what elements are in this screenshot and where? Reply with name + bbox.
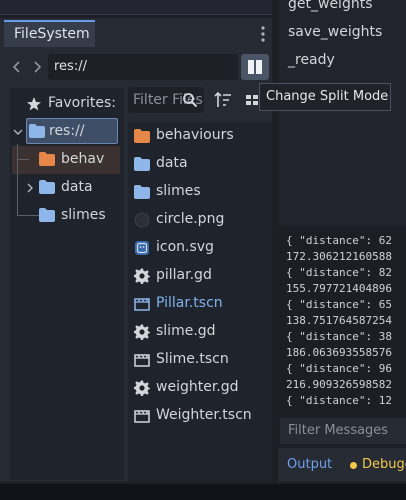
folder-orange-icon bbox=[39, 152, 55, 166]
path-value: res:// bbox=[54, 59, 87, 74]
folder-orange-icon bbox=[134, 129, 150, 143]
file-label: Pillar.tscn bbox=[156, 295, 223, 311]
directory-tree: Favorites: res:// behav data slimes bbox=[10, 88, 124, 480]
folder-icon bbox=[39, 180, 55, 194]
chevron-down-icon bbox=[13, 129, 23, 135]
back-arrow-icon[interactable] bbox=[10, 58, 24, 76]
file-label: Slime.tscn bbox=[156, 351, 229, 367]
tree-item-label: data bbox=[61, 179, 93, 195]
bottom-bar bbox=[0, 484, 406, 500]
method-list: get_weights save_weights _ready bbox=[278, 0, 406, 225]
method-item[interactable]: get_weights bbox=[288, 0, 373, 12]
image-icon bbox=[134, 212, 150, 228]
tab-debugger[interactable]: Debugger bbox=[362, 457, 406, 472]
forward-arrow-icon[interactable] bbox=[30, 58, 44, 76]
log-line: { "distance": 82 bbox=[286, 266, 392, 279]
log-line: { "distance": 62 bbox=[286, 234, 392, 247]
tree-item-label: slimes bbox=[61, 207, 106, 223]
file-label: slimes bbox=[156, 183, 201, 199]
bottom-panel-tabs: Output Debugger bbox=[278, 448, 406, 482]
folder-icon bbox=[134, 157, 150, 171]
list-item[interactable]: circle.png bbox=[128, 206, 272, 234]
tree-root-label: res:// bbox=[49, 123, 85, 139]
file-label: slime.gd bbox=[156, 323, 216, 339]
tree-root[interactable]: res:// bbox=[10, 118, 124, 146]
tab-output[interactable]: Output bbox=[287, 457, 332, 472]
log-line: { "distance": 38 bbox=[286, 330, 392, 343]
tab-filesystem-label: FileSystem bbox=[14, 26, 90, 42]
sort-icon[interactable] bbox=[213, 90, 233, 110]
search-icon bbox=[182, 92, 198, 108]
path-input[interactable]: res:// bbox=[48, 54, 238, 80]
gear-icon bbox=[134, 380, 150, 396]
gear-icon bbox=[134, 268, 150, 284]
list-item[interactable]: slimes bbox=[128, 178, 272, 206]
list-item[interactable]: pillar.gd bbox=[128, 262, 272, 290]
scene-icon bbox=[134, 410, 150, 423]
gear-icon bbox=[134, 324, 150, 340]
dock-menu-icon[interactable] bbox=[256, 24, 270, 44]
folder-icon bbox=[29, 124, 45, 138]
debugger-status-dot bbox=[350, 462, 357, 469]
log-line: 172.306212160588 bbox=[286, 250, 392, 263]
scene-icon bbox=[134, 354, 150, 367]
list-item[interactable]: weighter.gd bbox=[128, 374, 272, 402]
log-line: { "distance": 65 bbox=[286, 298, 392, 311]
log-line: 155.797721404896 bbox=[286, 282, 392, 295]
svg-icon bbox=[135, 241, 149, 255]
filter-messages-input[interactable]: Filter Messages bbox=[280, 418, 406, 444]
star-icon bbox=[27, 97, 41, 111]
file-label: circle.png bbox=[156, 211, 225, 227]
file-list: behaviours data slimes circle.png icon.s… bbox=[128, 122, 272, 482]
list-item[interactable]: data bbox=[128, 150, 272, 178]
folder-icon bbox=[134, 185, 150, 199]
list-item[interactable]: Slime.tscn bbox=[128, 346, 272, 374]
file-label: behaviours bbox=[156, 127, 234, 143]
tree-item-label: behav bbox=[61, 151, 105, 167]
filter-messages-placeholder: Filter Messages bbox=[288, 423, 389, 438]
log-line: 138.751764587254 bbox=[286, 314, 392, 327]
grid-view-icon[interactable] bbox=[245, 92, 259, 108]
favorites-label: Favorites: bbox=[48, 95, 116, 111]
log-line: 216.909326598582 bbox=[286, 378, 392, 391]
method-item[interactable]: _ready bbox=[288, 52, 335, 68]
method-item[interactable]: save_weights bbox=[288, 24, 382, 40]
tooltip: Change Split Mode bbox=[259, 83, 391, 111]
file-label: weighter.gd bbox=[156, 379, 239, 395]
tree-favorites[interactable]: Favorites: bbox=[10, 90, 124, 118]
list-item[interactable]: slime.gd bbox=[128, 318, 272, 346]
split-mode-icon bbox=[248, 60, 262, 74]
file-label: Weighter.tscn bbox=[156, 407, 252, 423]
split-mode-button[interactable] bbox=[241, 54, 269, 80]
log-line: { "distance": 12 bbox=[286, 394, 392, 407]
file-label: pillar.gd bbox=[156, 267, 212, 283]
output-log: { "distance": 62 172.306212160588 { "dis… bbox=[278, 232, 406, 414]
list-item[interactable]: icon.svg bbox=[128, 234, 272, 262]
tree-guide bbox=[17, 188, 39, 216]
tooltip-text: Change Split Mode bbox=[266, 89, 389, 104]
list-item[interactable]: Weighter.tscn bbox=[128, 402, 272, 430]
folder-icon bbox=[39, 208, 55, 222]
list-item[interactable]: behaviours bbox=[128, 122, 272, 150]
log-line: { "distance": 96 bbox=[286, 362, 392, 375]
file-label: icon.svg bbox=[156, 239, 214, 255]
file-label: data bbox=[156, 155, 188, 171]
log-line: 186.063693558576 bbox=[286, 346, 392, 359]
tab-filesystem[interactable]: FileSystem bbox=[4, 20, 95, 47]
list-item-active[interactable]: Pillar.tscn bbox=[128, 290, 272, 318]
scene-icon bbox=[134, 298, 150, 311]
top-strip bbox=[0, 0, 272, 15]
tree-item-slimes[interactable]: slimes bbox=[10, 188, 124, 230]
